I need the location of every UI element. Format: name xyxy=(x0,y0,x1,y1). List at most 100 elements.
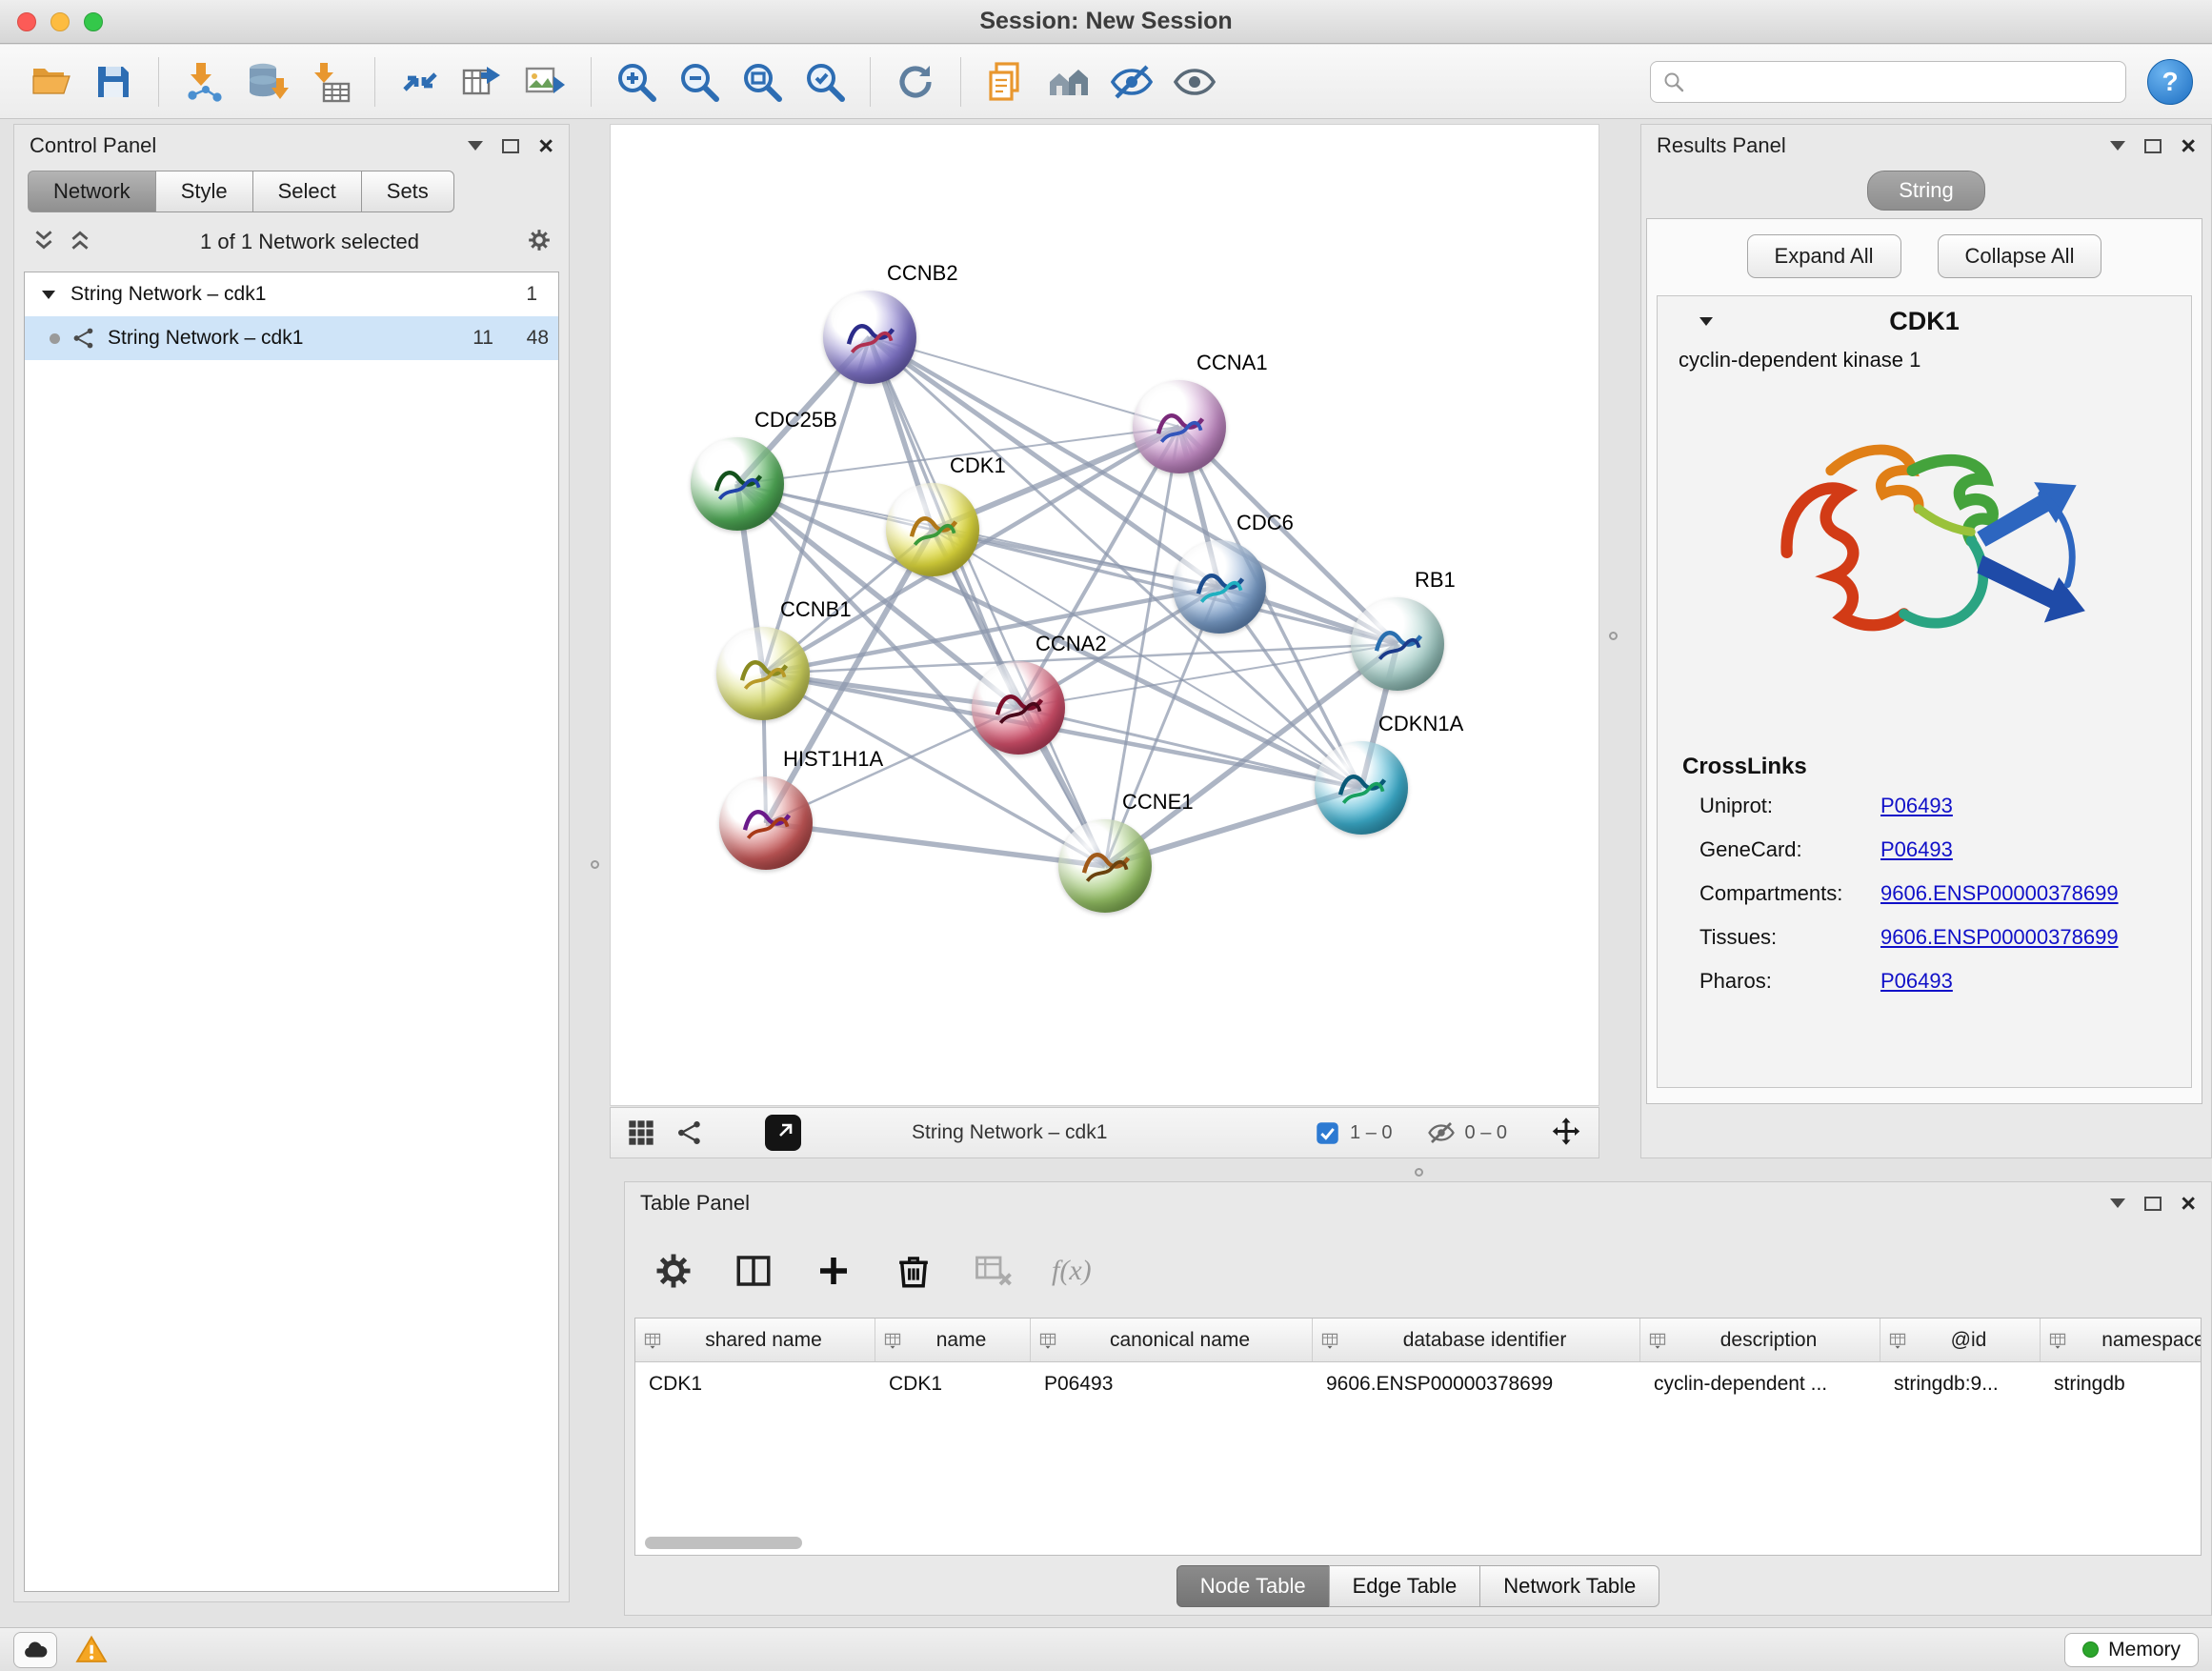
zoom-out-button[interactable] xyxy=(668,52,731,111)
network-edge[interactable] xyxy=(870,337,1179,427)
import-table-file-button[interactable] xyxy=(298,52,361,111)
refresh-view-button[interactable] xyxy=(884,52,947,111)
hidden-eye-slash-icon[interactable] xyxy=(1427,1118,1456,1147)
table-cell[interactable]: CDK1 xyxy=(875,1373,1031,1396)
table-horizontal-scrollbar[interactable] xyxy=(645,1537,802,1549)
crosslink-value-link[interactable]: 9606.ENSP00000378699 xyxy=(1880,881,2119,906)
save-session-button[interactable] xyxy=(82,52,145,111)
network-row-selected[interactable]: String Network – cdk1 11 48 xyxy=(25,316,558,360)
network-node-ccnb2[interactable] xyxy=(823,291,916,384)
expand-all-button[interactable]: Expand All xyxy=(1747,234,1901,278)
export-table-button[interactable] xyxy=(452,52,514,111)
move-tool-icon[interactable] xyxy=(1549,1116,1583,1150)
tab-network-table[interactable]: Network Table xyxy=(1479,1565,1659,1607)
zoom-fit-button[interactable] xyxy=(731,52,794,111)
float-panel-icon[interactable] xyxy=(502,139,519,153)
tree-disclosure-icon[interactable] xyxy=(42,291,55,299)
network-edge[interactable] xyxy=(766,823,1105,866)
panel-menu-icon[interactable] xyxy=(468,141,483,151)
network-node-cdk1[interactable] xyxy=(886,483,979,576)
collapse-all-button[interactable]: Collapse All xyxy=(1938,234,2102,278)
crosslink-value-link[interactable]: P06493 xyxy=(1880,837,1953,862)
tab-edge-table[interactable]: Edge Table xyxy=(1329,1565,1481,1607)
network-canvas[interactable]: CCNB2CCNA1CDC25BCDK1CDC6RB1CCNB1CCNA2CDK… xyxy=(610,124,1599,1106)
close-window-button[interactable] xyxy=(17,12,36,31)
help-button[interactable]: ? xyxy=(2147,59,2193,105)
export-image-button[interactable] xyxy=(514,52,577,111)
table-cell[interactable]: 9606.ENSP00000378699 xyxy=(1313,1373,1640,1396)
crosslink-value-link[interactable]: 9606.ENSP00000378699 xyxy=(1880,925,2119,950)
network-node-hist1h1a[interactable] xyxy=(719,776,813,870)
network-node-ccnb1[interactable] xyxy=(716,627,810,720)
column-header-namespace[interactable]: namespace xyxy=(2041,1319,2202,1361)
open-in-new-window-button[interactable] xyxy=(765,1115,801,1151)
column-header-canonical-name[interactable]: canonical name xyxy=(1031,1319,1313,1361)
column-header--id[interactable]: @id xyxy=(1880,1319,2041,1361)
search-box[interactable] xyxy=(1650,61,2126,103)
table-cell[interactable]: cyclin-dependent ... xyxy=(1640,1373,1880,1396)
results-float-icon[interactable] xyxy=(2144,139,2162,153)
open-file-button[interactable] xyxy=(19,52,82,111)
network-node-ccne1[interactable] xyxy=(1058,819,1152,913)
network-node-cdc25b[interactable] xyxy=(691,437,784,531)
column-header-description[interactable]: description xyxy=(1640,1319,1880,1361)
network-edge[interactable] xyxy=(1018,708,1361,788)
zoom-in-button[interactable] xyxy=(605,52,668,111)
duplicate-document-button[interactable] xyxy=(975,52,1037,111)
table-cell[interactable]: P06493 xyxy=(1031,1373,1313,1396)
column-header-name[interactable]: name xyxy=(875,1319,1031,1361)
memory-button[interactable]: Memory xyxy=(2064,1633,2199,1667)
hide-panel-button[interactable] xyxy=(1100,52,1163,111)
network-edge[interactable] xyxy=(870,337,1105,866)
delete-column-trash-icon[interactable] xyxy=(892,1249,935,1293)
tab-style[interactable]: Style xyxy=(155,171,253,212)
network-node-cdc6[interactable] xyxy=(1173,540,1266,634)
show-panel-button[interactable] xyxy=(1163,52,1226,111)
tab-string[interactable]: String xyxy=(1867,171,1984,211)
network-node-cdkn1a[interactable] xyxy=(1315,741,1408,835)
table-float-icon[interactable] xyxy=(2144,1197,2162,1211)
network-node-ccna1[interactable] xyxy=(1133,380,1226,473)
tab-node-table[interactable]: Node Table xyxy=(1176,1565,1330,1607)
network-node-rb1[interactable] xyxy=(1351,597,1444,691)
table-cell[interactable]: CDK1 xyxy=(635,1373,875,1396)
table-close-icon[interactable]: × xyxy=(2181,1191,2196,1217)
table-cell[interactable]: stringdb xyxy=(2041,1373,2202,1396)
crosslink-value-link[interactable]: P06493 xyxy=(1880,969,1953,994)
home-layout-button[interactable] xyxy=(1037,52,1100,111)
table-menu-icon[interactable] xyxy=(2110,1198,2125,1208)
gene-section-header[interactable]: CDK1 xyxy=(1658,296,2191,346)
grid-view-icon[interactable] xyxy=(626,1117,656,1148)
splitter-left[interactable] xyxy=(586,856,603,873)
close-panel-icon[interactable]: × xyxy=(538,133,553,159)
show-columns-icon[interactable] xyxy=(732,1249,775,1293)
column-header-database-identifier[interactable]: database identifier xyxy=(1313,1319,1640,1361)
tab-sets[interactable]: Sets xyxy=(361,171,454,212)
network-node-ccna2[interactable] xyxy=(972,661,1065,755)
selected-checkbox-icon[interactable] xyxy=(1315,1120,1340,1146)
share-network-button[interactable] xyxy=(389,52,452,111)
search-input[interactable] xyxy=(1695,70,2114,93)
section-disclosure-icon[interactable] xyxy=(1699,317,1713,326)
crosslink-value-link[interactable]: P06493 xyxy=(1880,794,1953,818)
tab-network[interactable]: Network xyxy=(28,171,156,212)
import-network-file-button[interactable] xyxy=(172,52,235,111)
results-menu-icon[interactable] xyxy=(2110,141,2125,151)
results-close-icon[interactable]: × xyxy=(2181,133,2196,159)
splitter-right[interactable] xyxy=(1604,627,1621,644)
network-collection-row[interactable]: String Network – cdk1 1 xyxy=(25,272,558,316)
column-header-shared-name[interactable]: shared name xyxy=(635,1319,875,1361)
splitter-bottom[interactable] xyxy=(1410,1163,1427,1180)
minimize-window-button[interactable] xyxy=(50,12,70,31)
zoom-window-button[interactable] xyxy=(84,12,103,31)
table-cell[interactable]: stringdb:9... xyxy=(1880,1373,2041,1396)
table-row[interactable]: CDK1CDK1P064939606.ENSP00000378699cyclin… xyxy=(635,1362,2201,1406)
birds-eye-view-icon[interactable] xyxy=(675,1118,704,1147)
zoom-selected-button[interactable] xyxy=(794,52,856,111)
tab-select[interactable]: Select xyxy=(252,171,362,212)
collapse-all-networks-icon[interactable] xyxy=(31,228,56,257)
network-options-gear-icon[interactable] xyxy=(527,228,552,257)
expand-all-networks-icon[interactable] xyxy=(68,228,92,257)
import-network-database-button[interactable] xyxy=(235,52,298,111)
cloud-button[interactable] xyxy=(13,1632,57,1668)
